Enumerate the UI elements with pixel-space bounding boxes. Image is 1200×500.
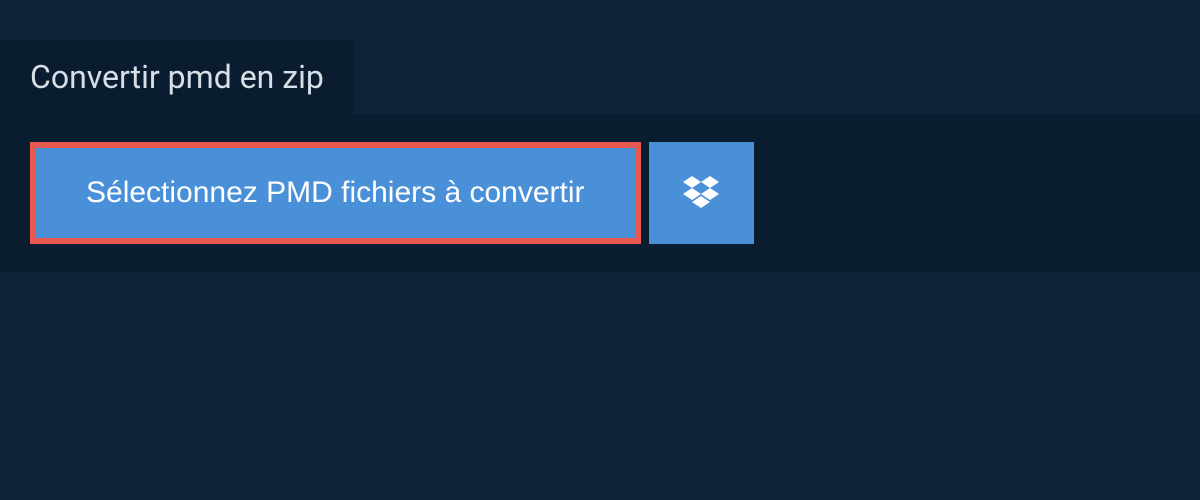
dropbox-icon xyxy=(683,176,719,210)
tab-label: Convertir pmd en zip xyxy=(30,58,324,96)
tab-header: Convertir pmd en zip xyxy=(0,40,354,114)
button-row: Sélectionnez PMD fichiers à convertir xyxy=(30,142,1170,244)
dropbox-button[interactable] xyxy=(649,142,754,244)
content-panel: Sélectionnez PMD fichiers à convertir xyxy=(0,114,1200,272)
select-files-button[interactable]: Sélectionnez PMD fichiers à convertir xyxy=(36,148,635,238)
select-files-highlight: Sélectionnez PMD fichiers à convertir xyxy=(30,142,641,244)
select-files-label: Sélectionnez PMD fichiers à convertir xyxy=(86,176,585,210)
